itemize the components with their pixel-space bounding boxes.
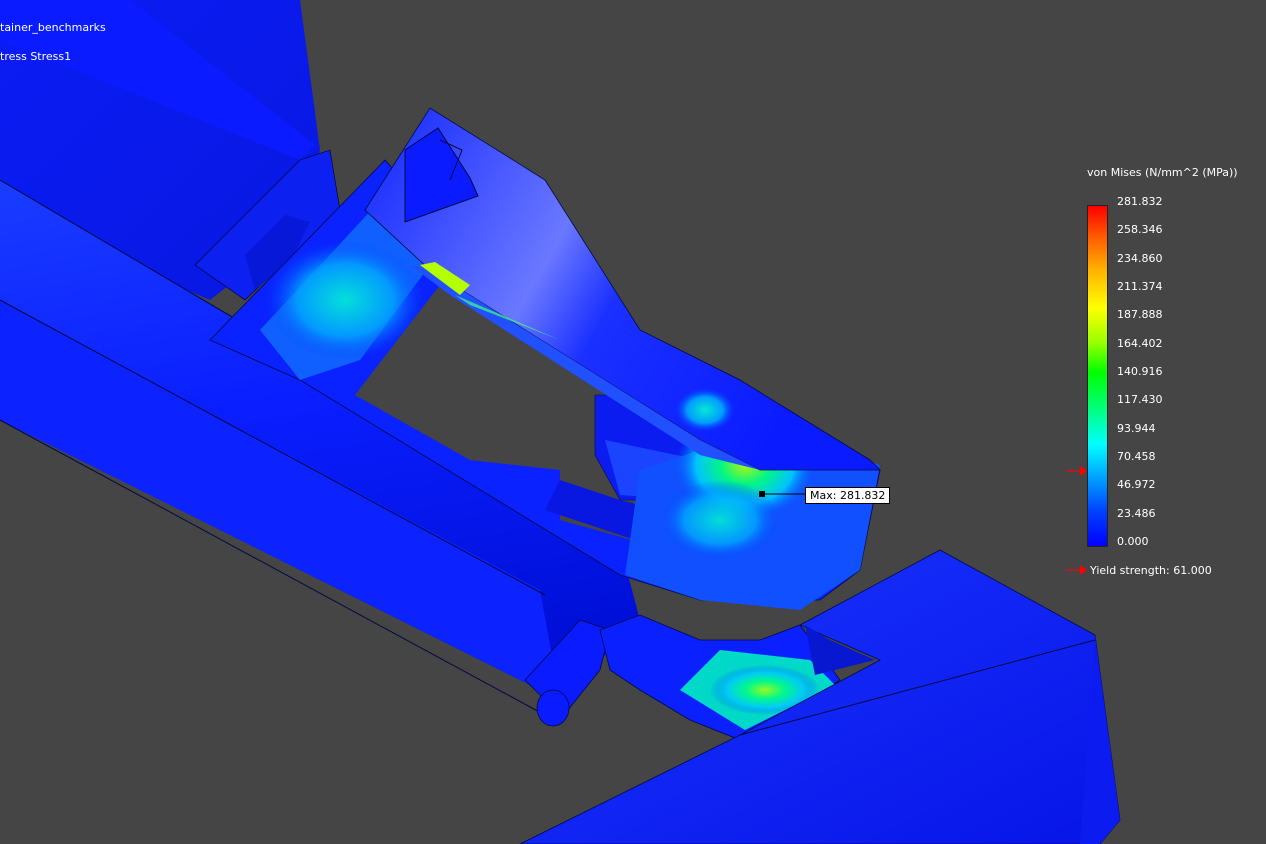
study-name-text: tress Stress1 [0, 50, 72, 63]
yield-marker-arrow-icon [1066, 466, 1087, 476]
max-value-probe[interactable]: Max: 281.832 [805, 487, 891, 504]
legend-tick-label: 258.346 [1117, 223, 1163, 237]
legend-tick-label: 281.832 [1117, 195, 1163, 208]
color-scale-bar [1087, 205, 1108, 547]
legend-tick-label: 93.944 [1117, 421, 1156, 435]
yield-strength-arrow-icon [1066, 565, 1087, 575]
legend-tick-label: 164.402 [1117, 336, 1163, 350]
legend-tick-label: 0.000 [1117, 534, 1149, 548]
yield-strength-label: Yield strength: 61.000 [1090, 564, 1212, 577]
legend-title: von Mises (N/mm^2 (MPa)) [1087, 166, 1238, 179]
legend-tick-label: 234.860 [1117, 251, 1163, 265]
legend-tick-label: 140.916 [1117, 364, 1163, 378]
legend-tick-label: 70.458 [1117, 449, 1156, 463]
legend-tick-label: 211.374 [1117, 279, 1163, 293]
legend-tick-label: 117.430 [1117, 393, 1163, 407]
legend-tick-label: 46.972 [1117, 478, 1156, 492]
legend-tick-label: 23.486 [1117, 506, 1156, 520]
3d-model-viewport[interactable] [0, 0, 1266, 844]
legend-tick-label: 187.888 [1117, 308, 1163, 322]
model-name-text: tainer_benchmarks [0, 21, 106, 34]
